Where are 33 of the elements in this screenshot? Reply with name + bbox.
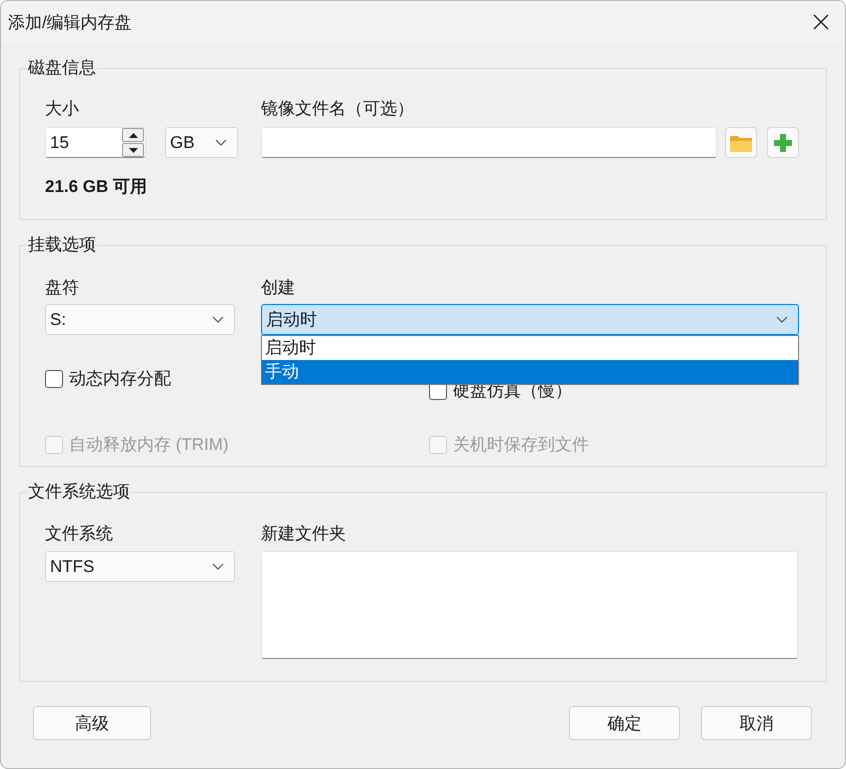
new-folder-field[interactable] [261, 551, 798, 659]
chevron-icon [776, 316, 788, 323]
size-spinbox[interactable]: 15 [45, 127, 146, 158]
dialog-button[interactable]: 高级 [33, 706, 151, 740]
field-label: 新建文件夹 [261, 523, 347, 545]
field-label: 盘符 [45, 277, 80, 299]
spin-down-button[interactable] [122, 143, 144, 157]
up-arrow-icon [128, 132, 138, 138]
checkbox[interactable]: 动态内存分配 [45, 368, 171, 390]
field-label: 文件系统 [45, 523, 114, 545]
image-file-field[interactable] [261, 127, 717, 158]
chevron-icon [212, 316, 224, 323]
unit-select[interactable]: GB [165, 127, 238, 158]
dropdown-option[interactable]: 启动时 [262, 336, 798, 360]
field-label: 创建 [261, 277, 296, 299]
close-icon[interactable] [813, 14, 829, 30]
chevron-icon [215, 139, 227, 146]
add-button[interactable] [767, 127, 799, 158]
browse-button[interactable] [725, 127, 757, 158]
spin-up-button[interactable] [122, 128, 144, 142]
dialog-button[interactable]: 取消 [701, 706, 812, 740]
window-title: 添加/编辑内存盘 [8, 12, 132, 34]
down-arrow-icon [128, 148, 138, 152]
create-select[interactable]: 启动时 [261, 304, 799, 335]
available-space-text: 21.6 GB 可用 [45, 176, 148, 198]
chevron-icon [212, 563, 224, 570]
dialog-button[interactable]: 确定 [569, 706, 680, 740]
dropdown-option[interactable]: 手动 [262, 360, 798, 384]
drive-letter-select[interactable]: S: [45, 304, 235, 335]
file-system-select[interactable]: NTFS [45, 551, 235, 582]
plus-icon [773, 132, 793, 152]
field-label: 大小 [45, 98, 80, 120]
field-label: 镜像文件名（可选） [261, 98, 415, 120]
